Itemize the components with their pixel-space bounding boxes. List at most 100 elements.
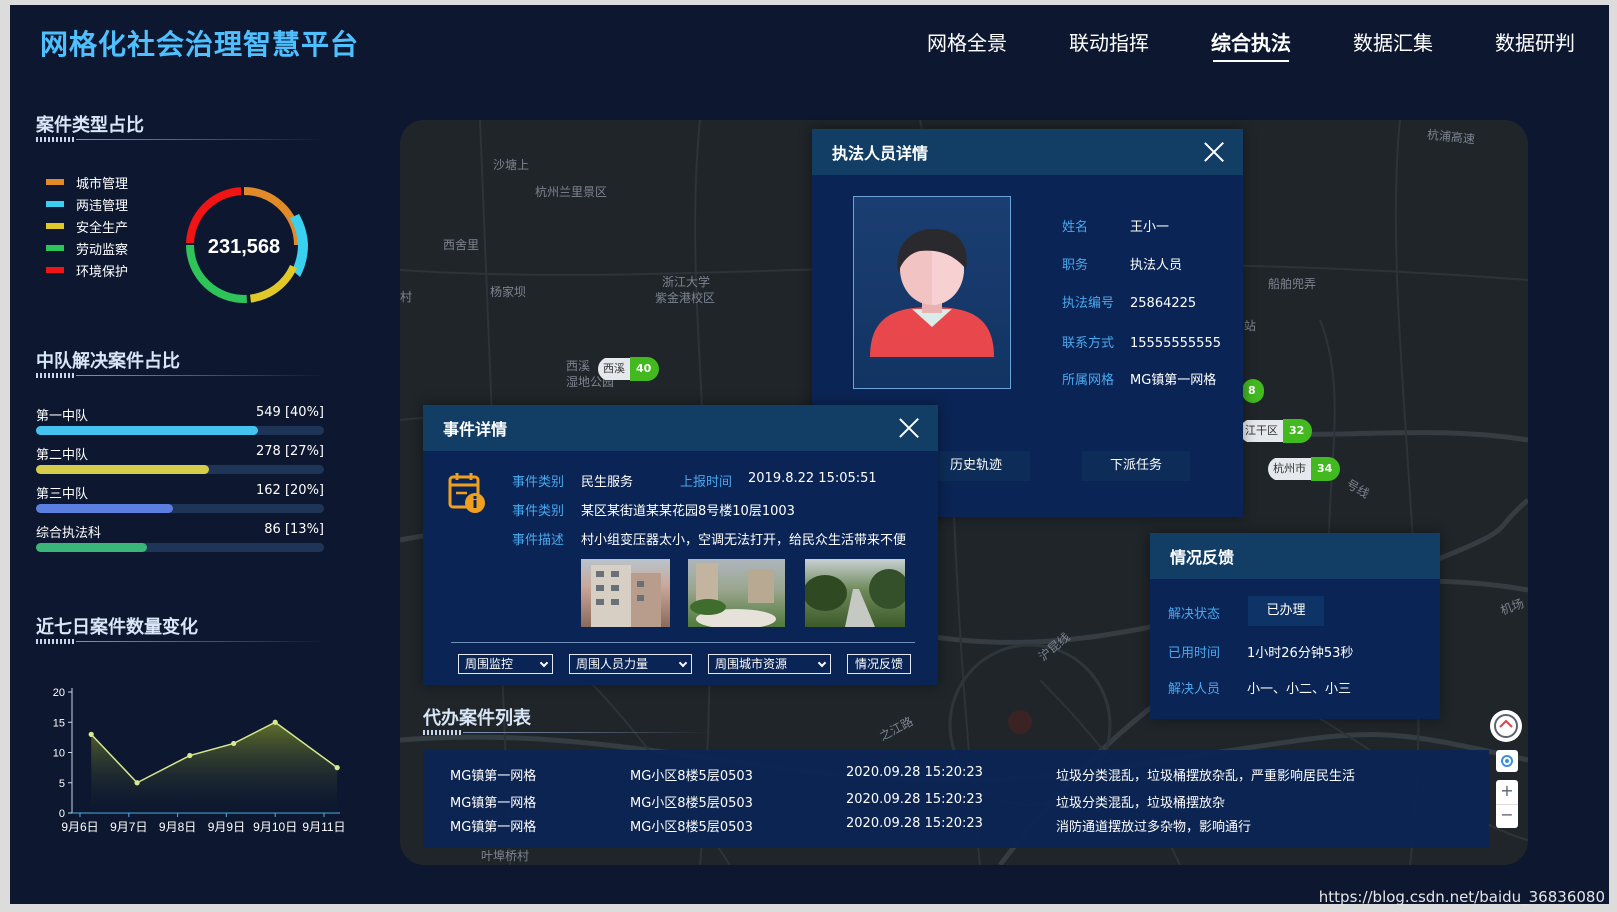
map-label: 村	[400, 290, 413, 304]
close-icon[interactable]	[898, 417, 920, 439]
team-row: 第二中队 278 [27%]	[36, 444, 324, 474]
event-photo[interactable]	[688, 559, 785, 627]
legend-swatch	[46, 223, 64, 229]
app-frame: 网格化社会治理智慧平台 网格全景 联动指挥 综合执法 数据汇集 数据研判 案件类…	[10, 5, 1609, 904]
case-type-legend: 城市管理 两违管理 安全生产 劳动监察 环境保护	[46, 171, 128, 281]
officer-field-grid: 所属网格	[1062, 373, 1115, 388]
feedback-people-value: 小一、小二、小三	[1247, 682, 1352, 697]
map-marker-xixi[interactable]: 西溪 40	[598, 357, 660, 381]
officer-panel-title: 执法人员详情	[832, 144, 929, 163]
map-label: 站	[1244, 319, 1257, 333]
event-detail-panel: 事件详情 事件类别 民生服务 上报时间 2019.8.22 15:05:51 事…	[423, 405, 938, 685]
y-tick-label: 0	[59, 808, 65, 820]
feedback-time-key: 已用时间	[1168, 646, 1221, 661]
event-photo[interactable]	[581, 559, 670, 627]
team-row: 第一中队 549 [40%]	[36, 405, 324, 435]
case-list-table: MG镇第一网格 MG小区8楼5层0503 2020.09.28 15:20:23…	[423, 750, 1489, 848]
case-desc: 消防通道摆放过多杂物，影响通行	[1056, 820, 1252, 835]
officer-value-role: 执法人员	[1130, 258, 1183, 273]
chevron-down-icon	[817, 658, 827, 668]
case-address: MG小区8楼5层0503	[630, 820, 753, 835]
team-name: 综合执法科	[36, 526, 102, 541]
event-panel-title: 事件详情	[443, 420, 508, 439]
weekly-title: 近七日案件数量变化	[36, 617, 198, 638]
case-address: MG小区8楼5层0503	[630, 796, 753, 811]
event-desc-key: 事件描述	[512, 533, 565, 548]
feedback-panel-title: 情况反馈	[1170, 548, 1235, 567]
case-list-title: 代办案件列表	[423, 708, 531, 729]
event-category-key: 事件类别	[512, 475, 565, 490]
team-progress-fill	[36, 465, 209, 474]
case-grid: MG镇第一网格	[450, 796, 537, 811]
y-tick-label: 10	[53, 748, 65, 760]
series-area	[91, 722, 338, 813]
compass-button[interactable]	[1490, 710, 1522, 742]
legend-label: 城市管理	[76, 176, 129, 192]
table-row[interactable]: MG镇第一网格 MG小区8楼5层0503 2020.09.28 15:20:23…	[423, 792, 1489, 816]
map-marker-jianggan[interactable]: 江干区 32	[1240, 419, 1313, 443]
data-point	[187, 752, 193, 759]
map-marker-hangzhou[interactable]: 杭州市 34	[1268, 457, 1341, 481]
table-row[interactable]: MG镇第一网格 MG小区8楼5层0503 2020.09.28 15:20:23…	[423, 816, 1489, 840]
nav-item-law-enforcement[interactable]: 综合执法	[1211, 27, 1291, 62]
map-marker-count: 32	[1283, 419, 1313, 443]
officer-panel-header: 执法人员详情	[812, 129, 1243, 175]
team-stats-title: 中队解决案件占比	[36, 351, 180, 372]
legend-swatch	[46, 201, 64, 207]
case-time: 2020.09.28 15:20:23	[846, 816, 983, 831]
legend-label: 劳动监察	[76, 242, 129, 258]
map-label: 紫金港校区	[655, 291, 716, 305]
event-divider	[451, 642, 915, 643]
feedback-button[interactable]: 情况反馈	[847, 654, 911, 674]
team-value: 162 [20%]	[256, 483, 324, 498]
map-marker-name: 西溪	[598, 358, 630, 380]
map-label: 船舶兜弄	[1268, 277, 1317, 291]
nav-item-joint-command[interactable]: 联动指挥	[1069, 27, 1149, 62]
legend-item: 两违管理	[46, 193, 128, 215]
y-tick-label: 20	[53, 687, 65, 699]
table-row[interactable]: MG镇第一网格 MG小区8楼5层0503 2020.09.28 15:20:23…	[423, 765, 1489, 789]
legend-swatch	[46, 267, 64, 273]
case-type-donut: 231,568	[186, 187, 308, 303]
zoom-out-button[interactable]: −	[1496, 804, 1518, 828]
case-grid: MG镇第一网格	[450, 820, 537, 835]
nearby-monitor-select[interactable]: 周围监控	[458, 654, 553, 674]
assign-task-button[interactable]: 下派任务	[1082, 451, 1190, 481]
team-progress-bar	[36, 504, 324, 513]
history-track-button[interactable]: 历史轨迹	[922, 451, 1030, 481]
map-label: 杨家坝	[490, 285, 527, 299]
chevron-down-icon	[539, 658, 549, 668]
nav-item-data-analysis[interactable]: 数据研判	[1495, 27, 1575, 62]
close-icon[interactable]	[1203, 141, 1225, 163]
donut-segment-city	[244, 187, 283, 208]
x-tick-label: 9月6日	[61, 820, 98, 834]
officer-field-name: 姓名	[1062, 220, 1089, 235]
team-progress-bar	[36, 543, 324, 552]
case-address: MG小区8楼5层0503	[630, 769, 753, 784]
legend-swatch	[46, 179, 64, 185]
locate-icon	[1501, 755, 1513, 767]
event-location-value: 某区某街道某某花园8号楼10层1003	[581, 504, 795, 519]
locate-button[interactable]	[1496, 750, 1518, 772]
nav-item-grid-overview[interactable]: 网格全景	[927, 27, 1007, 62]
building-photo-icon	[591, 565, 661, 627]
team-progress-bar	[36, 465, 324, 474]
map-marker-partial[interactable]: 8	[1242, 379, 1264, 403]
event-photo[interactable]	[805, 559, 905, 627]
feedback-status-key: 解决状态	[1168, 607, 1221, 622]
legend-label: 安全生产	[76, 220, 129, 236]
data-point	[334, 765, 340, 771]
team-stats-rule	[36, 373, 326, 378]
nearby-personnel-select[interactable]: 周围人员力量	[569, 654, 692, 674]
select-value: 周围人员力量	[576, 657, 649, 671]
case-desc: 垃圾分类混乱，垃圾桶摆放杂	[1056, 796, 1226, 811]
x-tick-label: 9月10日	[253, 820, 297, 834]
data-point	[88, 731, 94, 737]
map-marker-count: 8	[1242, 379, 1264, 403]
app-title: 网格化社会治理智慧平台	[40, 28, 360, 61]
map-label: 西溪	[566, 359, 591, 373]
y-tick-label: 15	[53, 717, 65, 729]
nearby-resources-select[interactable]: 周围城市资源	[708, 654, 831, 674]
zoom-in-button[interactable]: +	[1496, 780, 1518, 804]
nav-item-data-collection[interactable]: 数据汇集	[1353, 27, 1433, 62]
